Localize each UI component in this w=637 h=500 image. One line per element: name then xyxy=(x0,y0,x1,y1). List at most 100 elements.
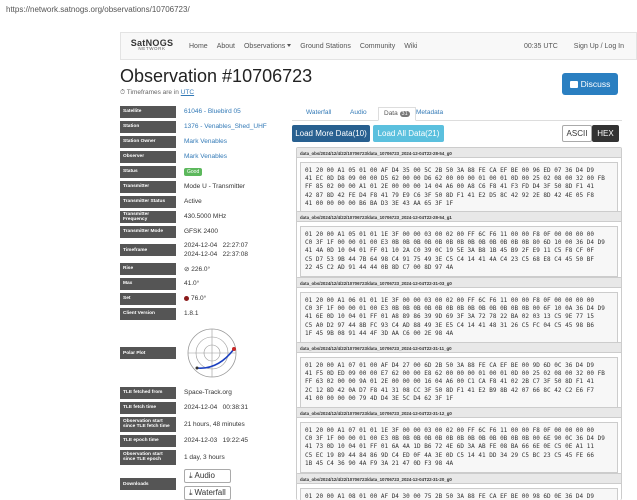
nav-home[interactable]: Home xyxy=(189,43,208,50)
load-more-data-button[interactable]: Load More Data(10) xyxy=(292,125,370,142)
nav-ground-stations[interactable]: Ground Stations xyxy=(300,43,351,50)
ascii-toggle[interactable]: ASCII xyxy=(562,125,592,142)
detail-label: Status xyxy=(120,165,176,178)
waterfall-label: Waterfall xyxy=(194,488,226,497)
tab-audio[interactable]: Audio xyxy=(350,109,367,116)
rise-value: ⊘ 226.0° xyxy=(184,265,210,273)
page-title: Observation #10706723 xyxy=(120,66,313,86)
tle-epoch-value: 2024-12-03 19:22:45 xyxy=(184,437,248,444)
obs-since-epoch-value: 1 day, 3 hours xyxy=(184,453,225,461)
set-value: 76.0° xyxy=(184,295,206,302)
download-audio-button[interactable]: ⤓ Audio xyxy=(184,468,231,483)
transmitter-mode-value: GFSK 2400 xyxy=(184,228,218,235)
client-version-value: 1.8.1 xyxy=(184,310,199,317)
detail-label: TLE epoch time xyxy=(120,434,176,447)
detail-label: Transmitter xyxy=(120,180,176,193)
frame-hex: 01 20 00 A1 06 01 01 1E 3F 00 00 03 00 0… xyxy=(300,292,618,344)
detail-label: Max xyxy=(120,277,176,290)
observation-details: Satellite 61046 - Bluebird 05 Station 1376… xyxy=(120,104,275,500)
rise-azimuth: 226.0° xyxy=(191,265,211,273)
frame-filename[interactable]: data_obs/2024/12/4/22/10706723/data_1070… xyxy=(297,278,621,288)
detail-label: Observation start since TLE epoch xyxy=(120,449,176,465)
detail-label: Timeframe xyxy=(120,244,176,256)
frame-filename[interactable]: data_obs/2024/12/4/22/10706723/data_1070… xyxy=(297,408,621,418)
observer-link[interactable]: Mark Venables xyxy=(184,153,227,160)
detail-label: Station Owner xyxy=(120,135,176,148)
frame-hex: 01 20 00 A1 05 01 00 AF D4 35 00 5C 2B 5… xyxy=(300,162,618,214)
clock-icon: ⏱ xyxy=(120,89,126,96)
frame-hex: 01 20 00 A1 05 01 01 1E 3F 00 00 03 00 0… xyxy=(300,226,618,278)
frame-filename[interactable]: data_obs/2024/12/4/22/10706723/data_1070… xyxy=(297,148,621,158)
tab-data[interactable]: Data 31 xyxy=(378,107,416,121)
transmitter-frequency-value: 430.5000 MHz xyxy=(184,213,227,220)
url-bar[interactable]: https://network.satnogs.org/observations… xyxy=(0,0,637,18)
data-frame: data_obs/2024/12/4/22/10706723/data_1070… xyxy=(296,342,622,413)
transmitter-value: Mode U - Transmitter xyxy=(184,183,246,190)
tab-waterfall[interactable]: Waterfall xyxy=(306,109,331,116)
frame-filename[interactable]: data_obs/2024/12/4/22/10706723/data_1070… xyxy=(297,343,621,353)
data-frame: data_obs/2024/12/4/22/10706723/data_1070… xyxy=(296,277,622,348)
nav-observations[interactable]: Observations xyxy=(243,42,292,50)
data-frame: data_obs/2024/12/4/22/10706723/data_1070… xyxy=(296,211,622,282)
timeframe-start: 2024-12-04 22:27:07 xyxy=(184,242,248,249)
station-link[interactable]: 1376 - Venables_Shed_UHF xyxy=(184,123,267,130)
downloads-group: ⤓ Audio ⤓ Waterfall xyxy=(184,468,231,500)
detail-label: Polar Plot xyxy=(120,347,176,359)
timeframe-note-text: Timeframes are in xyxy=(126,89,179,96)
top-navbar: SatNOGS NETWORK Home About Observations … xyxy=(120,32,637,60)
detail-label: TLE fetched from xyxy=(120,386,176,399)
data-tabs: Waterfall Audio Data 31 Metadata xyxy=(292,107,622,121)
frame-filename[interactable]: data_obs/2024/12/4/22/10706723/data_1070… xyxy=(297,212,621,222)
data-frame: data_obs/2024/12/4/22/10706723/data_1070… xyxy=(296,473,622,500)
nav-observations-label: Observations xyxy=(243,42,286,50)
data-count-badge: 31 xyxy=(399,111,410,117)
frame-filename[interactable]: data_obs/2024/12/4/22/10706723/data_1070… xyxy=(297,474,621,484)
detail-label: Observation start since TLE fetch time xyxy=(120,416,176,432)
detail-label: Transmitter Mode xyxy=(120,225,176,238)
set-dot-icon xyxy=(184,295,189,301)
signup-login-link[interactable]: Sign Up / Log In xyxy=(574,43,624,50)
audio-label: Audio xyxy=(194,471,216,480)
satellite-link[interactable]: 61046 - Bluebird 05 xyxy=(184,108,241,115)
transmitter-status-value: Active xyxy=(184,198,202,205)
data-frame: data_obs/2024/12/4/22/10706723/data_1070… xyxy=(296,147,622,218)
detail-label: Observer xyxy=(120,150,176,163)
obs-since-fetch-value: 21 hours, 48 minutes xyxy=(184,420,245,428)
max-value: 41.0° xyxy=(184,280,200,287)
satnogs-logo[interactable]: SatNOGS NETWORK xyxy=(129,39,175,52)
frame-hex: 01 20 00 A1 07 01 00 AF D4 27 00 6D 2B 5… xyxy=(300,357,618,409)
utc-link[interactable]: UTC xyxy=(181,89,194,96)
station-owner-link[interactable]: Mark Venables xyxy=(184,138,227,145)
status-badge: Good xyxy=(184,168,203,176)
nav-wiki[interactable]: Wiki xyxy=(404,43,417,50)
caret-down-icon xyxy=(287,44,292,48)
detail-label: Transmitter Status xyxy=(120,195,176,208)
data-frame: data_obs/2024/12/4/22/10706723/data_1070… xyxy=(296,407,622,478)
utc-clock: 00:35 UTC xyxy=(523,42,558,50)
nav-about[interactable]: About xyxy=(217,43,235,50)
frame-hex: 01 20 00 A1 08 01 00 AF D4 30 00 75 2B 5… xyxy=(300,488,618,500)
discuss-button[interactable]: Discuss xyxy=(562,73,618,95)
discuss-label: Discuss xyxy=(580,79,611,89)
timeframe-value: 2024-12-04 22:27:07 2024-12-04 22:37:08 xyxy=(184,241,248,259)
download-icon: ⤓ xyxy=(189,487,193,497)
detail-label: TLE fetch time xyxy=(120,401,176,414)
hex-toggle[interactable]: HEX xyxy=(592,125,619,142)
load-all-data-button[interactable]: Load All Data(21) xyxy=(373,125,444,142)
detail-label: Downloads xyxy=(120,478,176,490)
download-waterfall-button[interactable]: ⤓ Waterfall xyxy=(184,485,231,500)
set-azimuth: 76.0° xyxy=(191,295,207,302)
tle-fetch-time-value: 2024-12-04 00:38:31 xyxy=(184,404,248,411)
nav-community[interactable]: Community xyxy=(360,43,395,50)
detail-label: Rise xyxy=(120,262,176,275)
detail-label: Transmitter Frequency xyxy=(120,210,176,223)
tab-metadata[interactable]: Metadata xyxy=(416,109,443,116)
polar-plot xyxy=(187,328,237,378)
timeframe-end: 2024-12-04 22:37:08 xyxy=(184,251,248,258)
comment-icon xyxy=(569,80,578,88)
tle-source-value: Space-Track.org xyxy=(184,389,232,396)
detail-label: Client Version xyxy=(120,307,176,320)
tab-data-label: Data xyxy=(384,110,398,117)
download-icon: ⤓ xyxy=(189,470,193,480)
detail-label: Satellite xyxy=(120,105,176,118)
